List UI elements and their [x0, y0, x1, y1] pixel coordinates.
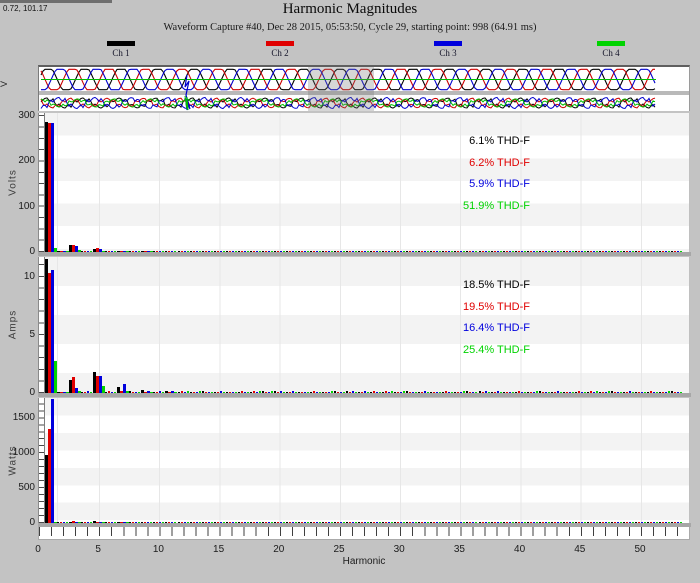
thd-value-ch2: 19.5% THD-F	[462, 300, 530, 313]
legend-swatch	[107, 41, 135, 46]
harmonic-magnitudes-screen: 0.72, 101.17 Harmonic Magnitudes Wavefor…	[0, 0, 700, 583]
waveform-panel[interactable]	[38, 65, 690, 111]
x-tick-label-45: 45	[574, 544, 586, 555]
legend-item-ch1[interactable]: Ch 1	[99, 41, 143, 58]
zero-baseline	[38, 393, 691, 397]
legend-swatch	[434, 41, 462, 46]
zero-baseline	[38, 252, 691, 256]
harmonic-axis-title: Harmonic	[342, 556, 386, 567]
y-tick-label-watts-1500: 1500	[12, 412, 35, 424]
thd-value-ch2: 6.2% THD-F	[469, 156, 530, 169]
legend-item-ch2[interactable]: Ch 2	[258, 41, 302, 58]
legend-label: Ch 2	[271, 48, 289, 58]
x-tick-label-30: 30	[393, 544, 405, 555]
x-tick-label-25: 25	[333, 544, 345, 555]
y-tick-label-volts-100: 100	[18, 200, 35, 212]
plot-area-watts[interactable]	[38, 398, 691, 527]
vertical-gridlines	[45, 398, 689, 523]
y-tick-label-amps-10: 10	[23, 270, 35, 282]
harmonic-axis-ruler	[38, 527, 690, 540]
thd-value-ch4: 25.4% THD-F	[462, 343, 530, 356]
x-tick-label-35: 35	[453, 544, 465, 555]
thd-value-ch3: 16.4% THD-F	[462, 322, 530, 335]
x-tick-label-40: 40	[514, 544, 526, 555]
y-tick-label-watts-1000: 1000	[12, 447, 35, 459]
thd-value-ch3: 5.9% THD-F	[469, 178, 530, 191]
thd-annotations-amps: 18.5% THD-F 19.5% THD-F 16.4% THD-F 25.4% T…	[392, 275, 530, 361]
page-title: Harmonic Magnitudes	[282, 1, 418, 17]
thd-annotations-volts: 6.1% THD-F 6.2% THD-F 5.9% THD-F 51.9% THD-…	[392, 131, 530, 217]
vertical-gridlines	[45, 113, 689, 252]
legend-item-ch3[interactable]: Ch 3	[426, 41, 470, 58]
y-tick-label-volts-200: 200	[18, 155, 35, 167]
x-tick-label-15: 15	[213, 544, 225, 555]
x-tick-label-10: 10	[152, 544, 164, 555]
y-tick-label-volts-300: 300	[18, 110, 35, 122]
waveform-axis-label: V	[0, 80, 10, 88]
legend-swatch	[597, 41, 625, 46]
x-tick-label-5: 5	[95, 544, 101, 555]
capture-subtitle: Waveform Capture #40, Dec 28 2015, 05:53…	[163, 22, 537, 33]
y-tick-label-volts-0: 0	[29, 246, 35, 257]
y-tick-label-watts-500: 500	[18, 482, 35, 494]
legend-swatch	[266, 41, 294, 46]
y-tick-label-amps-0: 0	[29, 387, 35, 398]
legend-item-ch4[interactable]: Ch 4	[589, 41, 633, 58]
legend-label: Ch 4	[602, 48, 620, 58]
x-tick-label-0: 0	[35, 544, 41, 555]
plot-area-amps[interactable]	[38, 257, 691, 397]
vertical-gridlines	[45, 257, 689, 393]
thd-value-ch4: 51.9% THD-F	[462, 199, 530, 212]
legend-label: Ch 1	[112, 48, 130, 58]
harmonic-bar-h1-ch3	[51, 398, 54, 523]
thd-value-ch1: 18.5% THD-F	[462, 279, 530, 291]
harmonic-bar-h1-ch3	[51, 123, 54, 252]
thd-value-ch1: 6.1% THD-F	[469, 135, 530, 147]
waveform-traces	[40, 68, 656, 111]
y-tick-label-watts-0: 0	[29, 517, 35, 528]
harmonic-bar-h1-ch4	[54, 360, 57, 393]
plot-area-volts[interactable]	[38, 113, 691, 256]
legend-label: Ch 3	[439, 48, 457, 58]
y-axis-title-amps: Amps	[7, 309, 19, 340]
y-axis-title-watts: Watts	[7, 444, 19, 476]
x-tick-label-20: 20	[273, 544, 285, 555]
x-tick-label-50: 50	[634, 544, 646, 555]
y-tick-label-amps-5: 5	[29, 328, 35, 340]
